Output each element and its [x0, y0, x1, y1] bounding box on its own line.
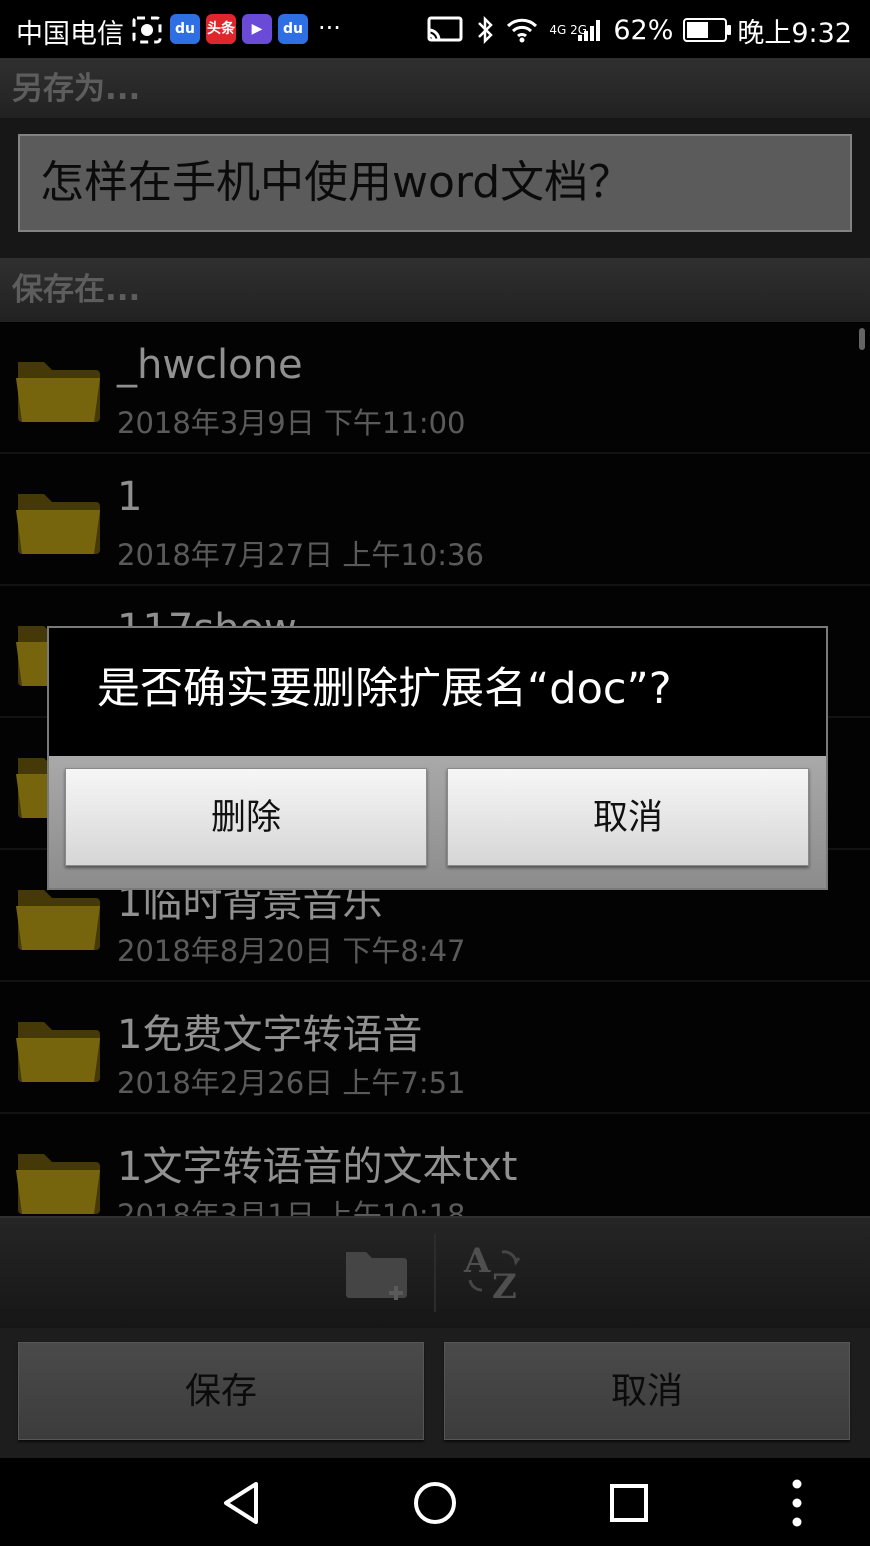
navigation-bar: [0, 1458, 870, 1546]
more-icon[interactable]: [786, 1478, 808, 1528]
more-notifications: ···: [318, 14, 341, 42]
bluetooth-icon: [478, 15, 494, 45]
network-type: 4G 2G: [549, 23, 588, 37]
carrier-label: 中国电信: [16, 19, 124, 50]
du-icon: du: [170, 14, 200, 44]
wifi-icon: [507, 18, 538, 43]
back-icon[interactable]: [220, 1480, 264, 1526]
cast-icon: [427, 16, 463, 42]
home-icon[interactable]: [412, 1480, 458, 1526]
signal-icon: [578, 20, 601, 41]
battery-icon: [683, 18, 732, 42]
confirm-dialog: 是否确实要删除扩展名“doc”? 删除 取消: [47, 626, 828, 890]
toutiao-icon: 头条: [206, 14, 236, 44]
dialog-button-bar: 删除 取消: [49, 756, 826, 888]
video-icon: ▶: [242, 14, 272, 44]
baidu-icon: du: [278, 14, 308, 44]
dialog-delete-button[interactable]: 删除: [65, 768, 427, 866]
status-indicators: 4G 2G 62% 晚上9:32: [425, 10, 852, 50]
dialog-cancel-button[interactable]: 取消: [447, 768, 809, 866]
battery-percent: 62%: [613, 14, 674, 46]
status-bar: 中国电信 du 头条 ▶ du ··· 4G 2G 62% 晚上9:32: [0, 0, 870, 58]
recents-icon[interactable]: [608, 1482, 650, 1524]
screenshot-icon: [132, 16, 162, 44]
clock: 晚上9:32: [737, 17, 852, 49]
dialog-message: 是否确实要删除扩展名“doc”?: [97, 664, 672, 714]
